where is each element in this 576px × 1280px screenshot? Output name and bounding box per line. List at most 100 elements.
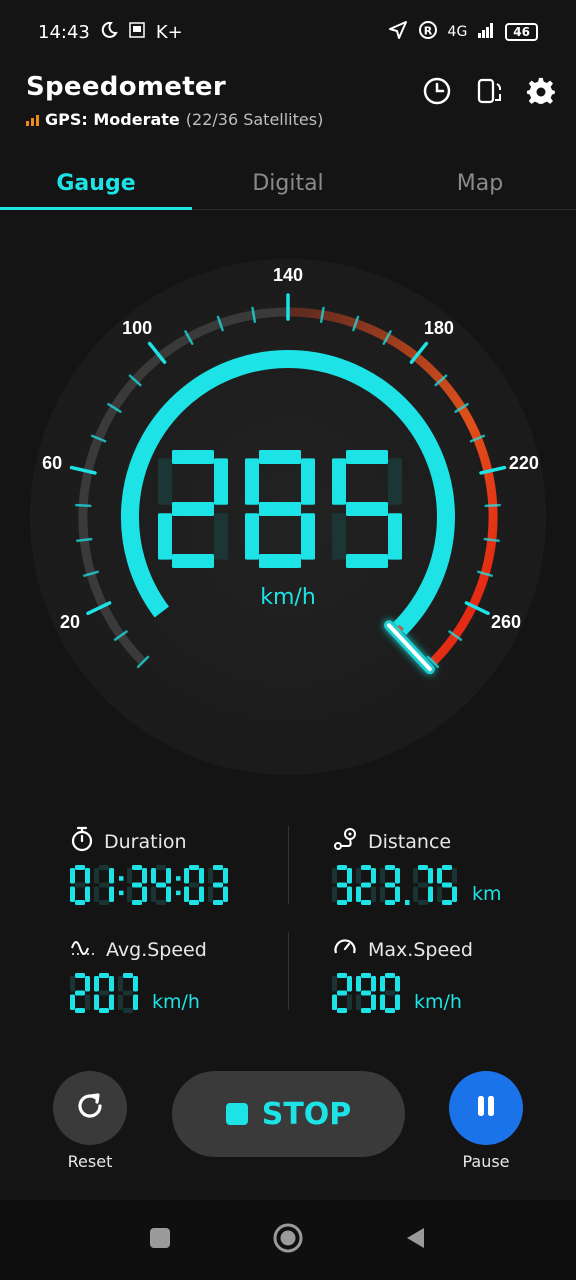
speed-gauge: 20 60 100 140 180 220 260 km/h — [0, 220, 576, 800]
max-speed-stat: Max.Speed km/h — [332, 934, 473, 1015]
distance-value — [332, 865, 457, 905]
seg-a — [361, 865, 371, 870]
seg-b — [347, 976, 352, 992]
gauge-label: 20 — [60, 612, 80, 632]
seg-d — [337, 1008, 347, 1013]
pause-icon — [472, 1092, 500, 1124]
seg-g — [75, 990, 85, 996]
seg-a — [123, 973, 133, 978]
tracking-controls: Reset STOP Pause — [0, 1068, 576, 1178]
gauge-label: 100 — [122, 318, 152, 338]
seg-e — [245, 513, 259, 560]
seg-f — [380, 976, 385, 992]
seg-b — [166, 868, 171, 884]
gauge-tick — [484, 503, 501, 508]
seg-g — [259, 502, 301, 516]
app-header: Speedometer GPS: Moderate (22/36 Satelli… — [26, 72, 556, 129]
seg-c — [85, 994, 90, 1010]
seg-e — [413, 886, 418, 902]
gps-satellites: (22/36 Satellites) — [185, 110, 324, 129]
gauge-tick — [76, 537, 93, 542]
battery-indicator: 46 — [505, 23, 538, 41]
seg-e — [118, 994, 123, 1010]
recents-square-icon[interactable] — [148, 1226, 172, 1254]
seg-e — [184, 886, 189, 902]
gauge-dial: 20 60 100 140 180 220 260 — [30, 259, 546, 775]
seg-c — [395, 994, 400, 1010]
seg-c — [133, 994, 138, 1010]
home-circle-icon[interactable] — [272, 1222, 304, 1258]
seg-b — [85, 976, 90, 992]
seg-e — [70, 886, 75, 902]
carrier-tag: K+ — [155, 21, 183, 43]
seg-d — [442, 900, 452, 905]
seg-d — [156, 900, 166, 905]
seg-f — [332, 976, 337, 992]
seg-e — [332, 994, 337, 1010]
seg-a — [346, 450, 388, 464]
seg-c — [452, 886, 457, 902]
seg-a — [75, 973, 85, 978]
tab-map[interactable]: Map — [384, 160, 576, 209]
svg-text:R: R — [423, 24, 432, 37]
seg-c — [428, 886, 433, 902]
distance-stat: Distance km — [332, 826, 502, 907]
divider — [288, 932, 289, 1010]
seg-g — [442, 882, 452, 888]
tab-gauge[interactable]: Gauge — [0, 160, 192, 210]
settings-gear-icon[interactable] — [526, 76, 556, 106]
seg-b — [223, 868, 228, 884]
seg-d — [418, 900, 428, 905]
seg-f — [158, 458, 172, 505]
max-speed-unit: km/h — [414, 991, 462, 1013]
view-tabs: Gauge Digital Map — [0, 160, 576, 210]
speed-unit: km/h — [260, 585, 316, 610]
seg-e — [158, 513, 172, 560]
seg-d — [337, 900, 347, 905]
pause-caption: Pause — [462, 1152, 510, 1171]
gauge-label: 140 — [273, 265, 303, 285]
seg-c — [347, 994, 352, 1010]
seg-a — [99, 973, 109, 978]
pause-button[interactable] — [449, 1071, 523, 1145]
back-triangle-icon[interactable] — [404, 1226, 428, 1254]
seg-a — [442, 865, 452, 870]
seg-e — [127, 886, 132, 902]
seg-a — [337, 973, 347, 978]
gauge-label: 260 — [491, 612, 521, 632]
seg-f — [332, 868, 337, 884]
seg-d — [385, 1008, 395, 1013]
seg-d — [385, 900, 395, 905]
stopwatch-icon — [70, 826, 94, 857]
seg-f — [94, 976, 99, 992]
seg-f — [151, 868, 156, 884]
system-navbar — [0, 1200, 576, 1280]
seg-f — [356, 976, 361, 992]
seg-colon — [176, 890, 181, 896]
seg-c — [301, 513, 315, 560]
seg-g — [213, 882, 223, 888]
seg-a — [75, 865, 85, 870]
duration-label: Duration — [104, 830, 187, 853]
gauge-label: 220 — [509, 453, 539, 473]
seg-f — [70, 868, 75, 884]
seg-g — [156, 882, 166, 888]
max-speed-value — [332, 973, 400, 1013]
seg-b — [347, 868, 352, 884]
seg-f — [380, 868, 385, 884]
seg-g — [132, 882, 142, 888]
history-icon[interactable] — [422, 76, 452, 106]
seg-d — [123, 1008, 133, 1013]
network-type: 4G — [447, 24, 468, 40]
screen-rotate-icon[interactable] — [474, 76, 504, 106]
seg-a — [259, 450, 301, 464]
seg-f — [332, 458, 346, 505]
stop-button[interactable]: STOP — [172, 1071, 405, 1157]
seg-f — [94, 868, 99, 884]
seg-d — [99, 1008, 109, 1013]
seg-b — [214, 458, 228, 505]
sim-icon — [128, 21, 146, 44]
tab-digital[interactable]: Digital — [192, 160, 384, 209]
seg-b — [142, 868, 147, 884]
reset-button[interactable] — [53, 1071, 127, 1145]
